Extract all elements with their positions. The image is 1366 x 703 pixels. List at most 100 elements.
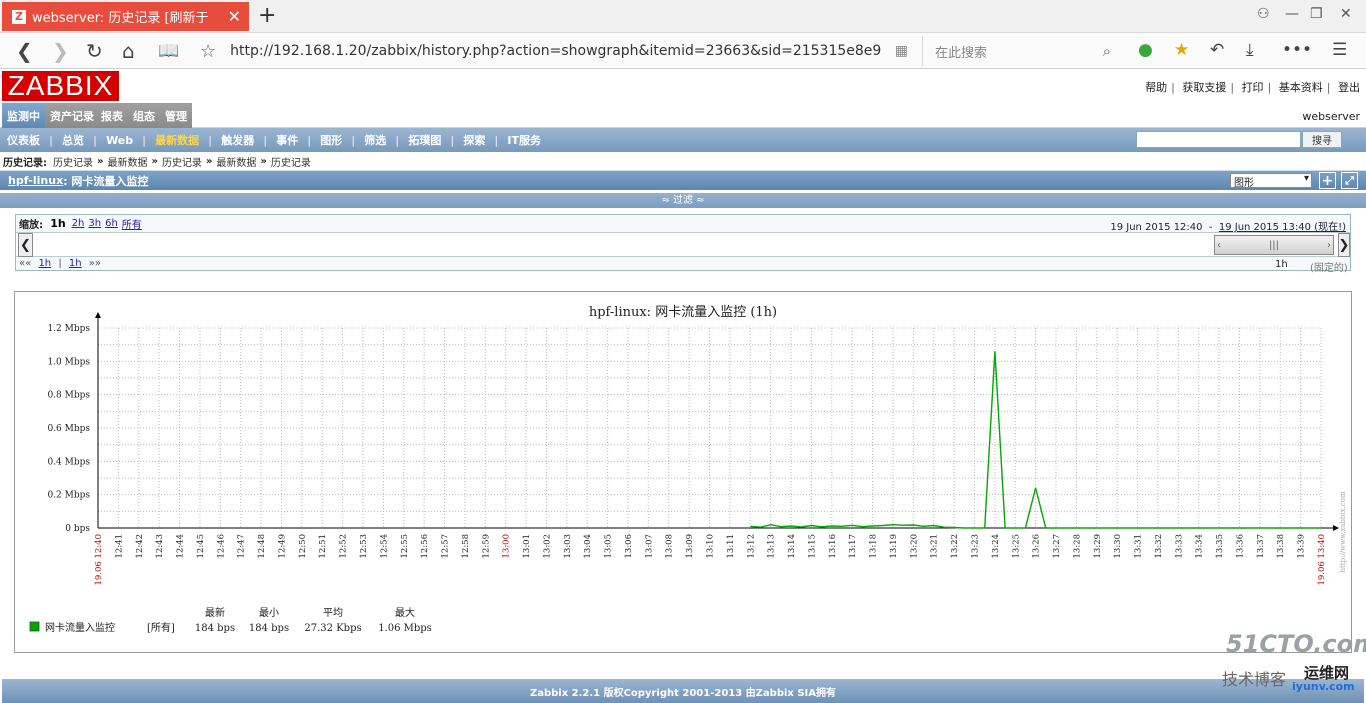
- close-window-icon[interactable]: ✕: [1340, 6, 1352, 22]
- nav-back-1h[interactable]: 1h: [38, 258, 51, 269]
- zoom-2h[interactable]: 2h: [72, 218, 85, 229]
- browser-search-input[interactable]: 在此搜索 ⌕: [922, 36, 1117, 66]
- history-link[interactable]: 最新数据: [216, 154, 256, 169]
- y-tick-label: 0.8 Mbps: [47, 391, 90, 401]
- submenu-events[interactable]: 事件: [276, 132, 298, 148]
- fixed-toggle[interactable]: (固定的): [1310, 259, 1348, 274]
- forward-icon[interactable]: ❯: [52, 39, 69, 63]
- undo-icon[interactable]: ↶: [1210, 40, 1224, 60]
- x-tick-label: 13:36: [1235, 534, 1245, 559]
- x-tick-label: 13:35: [1215, 534, 1225, 559]
- browser-tab[interactable]: Z webserver: 历史记录 [刷新于 ✕: [2, 2, 249, 31]
- support-link[interactable]: 获取支援: [1182, 81, 1226, 94]
- x-tick-label: 12:45: [196, 534, 206, 559]
- submenu-triggers[interactable]: 触发器: [221, 132, 254, 148]
- submenu-maps[interactable]: 拓璞图: [408, 132, 441, 148]
- zoom-label: 缩放:: [19, 219, 43, 231]
- timeline-scrollbar[interactable]: ❮ ‹ ||| › ❯: [16, 232, 1350, 257]
- add-icon[interactable]: +: [1319, 172, 1336, 189]
- reload-icon[interactable]: ↻: [86, 39, 103, 63]
- search-button[interactable]: 搜寻: [1302, 131, 1342, 148]
- user-icon[interactable]: ⚇: [1257, 6, 1270, 22]
- scroll-left-icon[interactable]: ❮: [18, 233, 33, 257]
- tab-inventory[interactable]: 资产记录: [45, 103, 99, 128]
- tab-configuration[interactable]: 组态: [128, 103, 160, 128]
- y-tick-label: 0.6 Mbps: [47, 424, 90, 434]
- help-link[interactable]: 帮助: [1145, 81, 1167, 94]
- search-input[interactable]: [1136, 131, 1301, 148]
- profile-link[interactable]: 基本资料: [1279, 81, 1323, 94]
- download-icon[interactable]: ⤓: [1246, 40, 1254, 60]
- bookmark-star-icon[interactable]: ☆: [200, 41, 216, 62]
- history-link[interactable]: 最新数据: [107, 154, 147, 169]
- nav-next[interactable]: »»: [89, 258, 101, 269]
- x-tick-label: 13:04: [583, 534, 593, 559]
- favorites-star-icon[interactable]: ★: [1174, 40, 1189, 60]
- x-tick-label: 12:50: [298, 534, 308, 559]
- legend-swatch: [29, 621, 40, 632]
- reader-icon[interactable]: 📖: [158, 41, 179, 61]
- nav-forward-1h[interactable]: 1h: [69, 258, 82, 269]
- zoom-all[interactable]: 所有: [122, 216, 142, 231]
- fullscreen-icon[interactable]: ⤢: [1341, 172, 1358, 189]
- zabbix-favicon-icon: Z: [12, 9, 26, 24]
- submenu-dashboard[interactable]: 仪表板: [7, 132, 40, 148]
- nav-prev[interactable]: ««: [19, 258, 31, 269]
- logout-link[interactable]: 登出: [1338, 81, 1360, 94]
- history-link[interactable]: 历史记录: [271, 154, 311, 169]
- submenu-overview[interactable]: 总览: [62, 132, 84, 148]
- minimize-icon[interactable]: —: [1285, 6, 1299, 22]
- chat-icon[interactable]: ●: [1138, 40, 1153, 60]
- submenu-web[interactable]: Web: [106, 134, 133, 147]
- x-tick-label: 13:03: [563, 534, 573, 559]
- filter-toggle[interactable]: ≈ 过滤 ≈: [0, 193, 1366, 208]
- x-tick-label: 13:02: [542, 534, 552, 559]
- tab-administration[interactable]: 管理: [160, 103, 192, 128]
- more-icon[interactable]: •••: [1282, 40, 1312, 60]
- home-icon[interactable]: ⌂: [122, 39, 135, 63]
- submenu-latest-data[interactable]: 最新数据: [155, 132, 199, 148]
- tab-reports[interactable]: 报表: [96, 103, 128, 128]
- thumb-right-handle-icon[interactable]: ›: [1327, 240, 1331, 251]
- thumb-left-handle-icon[interactable]: ‹: [1217, 240, 1221, 251]
- zoom-3h[interactable]: 3h: [88, 218, 101, 229]
- scroll-right-icon[interactable]: ❯: [1338, 233, 1350, 257]
- new-tab-icon[interactable]: +: [258, 3, 276, 28]
- menu-icon[interactable]: ☰: [1332, 40, 1347, 60]
- close-tab-icon[interactable]: ✕: [228, 7, 241, 26]
- y-tick-label: 0.2 Mbps: [47, 491, 90, 501]
- back-icon[interactable]: ❮: [16, 39, 33, 63]
- restore-icon[interactable]: ❐: [1310, 6, 1323, 22]
- host-link[interactable]: hpf-linux: [8, 174, 63, 187]
- search-icon[interactable]: ⌕: [1103, 42, 1111, 60]
- x-tick-label: 13:23: [970, 534, 980, 559]
- scroll-thumb[interactable]: ‹ ||| ›: [1214, 235, 1334, 255]
- x-tick-label: 13:13: [767, 534, 777, 559]
- submenu-it-services[interactable]: IT服务: [507, 132, 541, 148]
- x-tick-label: 13:14: [787, 534, 797, 559]
- submenu-graphs[interactable]: 图形: [320, 132, 342, 148]
- x-tick-label: 13:11: [726, 534, 736, 559]
- x-tick-label: 13:39: [1297, 534, 1307, 559]
- x-tick-label: 13:01: [522, 534, 532, 559]
- zoom-6h[interactable]: 6h: [105, 218, 118, 229]
- print-link[interactable]: 打印: [1242, 81, 1264, 94]
- history-link[interactable]: 历史记录: [162, 154, 202, 169]
- address-bar[interactable]: ☆ http://192.168.1.20/zabbix/history.php…: [200, 36, 918, 66]
- period-nav: «« 1h | 1h »»: [19, 258, 101, 269]
- x-tick-label: 13:19: [889, 534, 899, 559]
- y-tick-label: 1.2 Mbps: [47, 324, 90, 334]
- submenu-screens[interactable]: 筛选: [364, 132, 386, 148]
- zabbix-logo[interactable]: ZABBIX: [2, 70, 119, 101]
- y-axis-arrow-icon: [95, 312, 101, 318]
- tab-monitoring[interactable]: 监测中: [2, 103, 45, 128]
- qr-code-icon[interactable]: ▦: [895, 43, 908, 59]
- fixed-period: 1h: [1275, 259, 1288, 270]
- history-link[interactable]: 历史记录: [53, 154, 93, 169]
- submenu-discovery[interactable]: 探索: [463, 132, 485, 148]
- item-name: : 网卡流量入监控: [63, 174, 149, 188]
- browser-tabbar: Z webserver: 历史记录 [刷新于 ✕ + ⚇ — ❐ ✕: [0, 0, 1366, 33]
- view-select[interactable]: 图形: [1230, 173, 1312, 189]
- x-tick-label: 12:58: [461, 534, 471, 559]
- sub-menu: 仪表板 | 总览 | Web | 最新数据 | 触发器 | 事件 | 图形 | 筛选 | 拓璞图…: [0, 128, 1366, 152]
